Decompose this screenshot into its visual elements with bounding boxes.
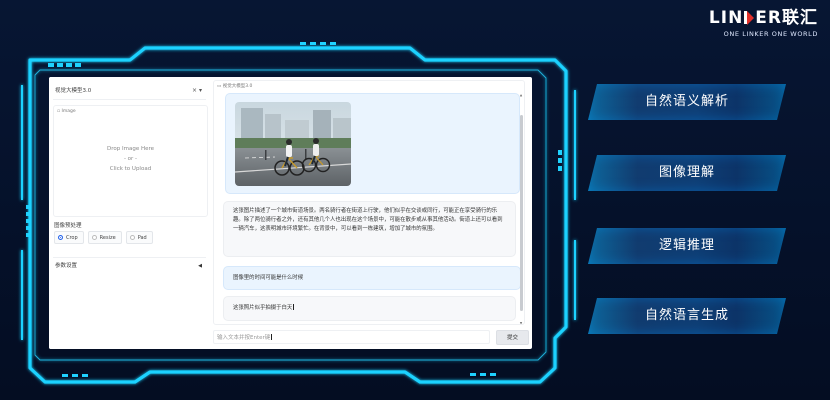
radio-pad[interactable]: Pad xyxy=(125,231,153,244)
radio-dot-icon xyxy=(58,235,63,240)
radio-crop[interactable]: Crop xyxy=(54,231,84,244)
left-panel: 视觉大模型3.0 × ▾ ▫ Image Drop Image Here - o… xyxy=(49,77,209,349)
preprocess-label: 图像预处理 xyxy=(54,223,82,229)
radio-dot-icon xyxy=(91,235,97,240)
drop-line-1: Drop Image Here xyxy=(107,146,154,152)
app-window: 视觉大模型3.0 × ▾ ▫ Image Drop Image Here - o… xyxy=(49,77,532,349)
drop-line-3: Click to Upload xyxy=(109,166,152,172)
preprocess-radio-group: Crop Resize Pad xyxy=(54,231,153,244)
bot-message: 这张图片描述了一个城市街道场景。两名骑行者在街道上行驶，他们似乎在交谈或同行，可… xyxy=(223,201,516,257)
feature-tag-image-understanding: 图像理解 xyxy=(588,155,786,191)
model-select-value: 视觉大模型3.0 xyxy=(55,88,92,94)
params-accordion[interactable]: 参数设置 ◀ xyxy=(53,257,206,272)
brand-tagline: ONE LINKER ONE WORLD xyxy=(723,30,818,38)
drop-line-2: - or - xyxy=(123,156,138,162)
image-upload-dropzone[interactable]: ▫ Image Drop Image Here - or - Click to … xyxy=(53,105,208,217)
caret-left-icon: ◀ xyxy=(198,263,202,269)
scroll-thumb[interactable] xyxy=(519,115,523,311)
bot-message-streaming: 这张照片似乎拍摄于白天 xyxy=(223,296,516,321)
chatbot-panel: ▭ 视觉大模型3.0 这张图片描述了一个城市街道场景。两名骑行者在街道上行驶，他… xyxy=(213,80,525,325)
chat-scrollbar[interactable]: ▲ ▼ xyxy=(519,93,523,324)
scroll-up-arrow-icon[interactable]: ▲ xyxy=(519,93,523,97)
text-caret-icon xyxy=(271,334,273,340)
chat-input[interactable]: 输入文本并按Enter键 xyxy=(213,330,490,344)
user-image-message xyxy=(225,93,520,194)
image-label: ▫ Image xyxy=(57,109,76,114)
user-message: 图像里的时间可能是什么时候 xyxy=(223,266,521,290)
brand-wordmark: LIN ER联汇 xyxy=(708,8,818,28)
radio-dot-icon xyxy=(129,235,135,240)
k-arrow-icon xyxy=(744,10,755,25)
chat-icon: ▭ xyxy=(217,84,222,89)
radio-resize[interactable]: Resize xyxy=(87,231,122,244)
model-select[interactable]: 视觉大模型3.0 × ▾ xyxy=(53,83,206,100)
typing-cursor-icon xyxy=(293,304,295,310)
street-cyclists-photo xyxy=(235,102,351,186)
feature-tag-semantic-parsing: 自然语义解析 xyxy=(588,84,786,120)
submit-button[interactable]: 提交 xyxy=(496,330,529,345)
clear-dropdown-icon[interactable]: × ▾ xyxy=(192,83,202,99)
image-icon: ▫ xyxy=(57,109,61,114)
chat-input-placeholder: 输入文本并按Enter键 xyxy=(217,335,271,341)
chatbot-label: ▭ 视觉大模型3.0 xyxy=(217,84,253,89)
feature-tag-logical-reasoning: 逻辑推理 xyxy=(588,228,786,264)
params-label: 参数设置 xyxy=(55,263,78,269)
brand-logo: LIN ER联汇 ONE LINKER ONE WORLD xyxy=(709,8,818,38)
scroll-down-arrow-icon[interactable]: ▼ xyxy=(519,321,523,324)
feature-tag-language-generation: 自然语言生成 xyxy=(588,298,786,334)
drop-instructions: Drop Image Here - or - Click to Upload xyxy=(54,144,207,174)
